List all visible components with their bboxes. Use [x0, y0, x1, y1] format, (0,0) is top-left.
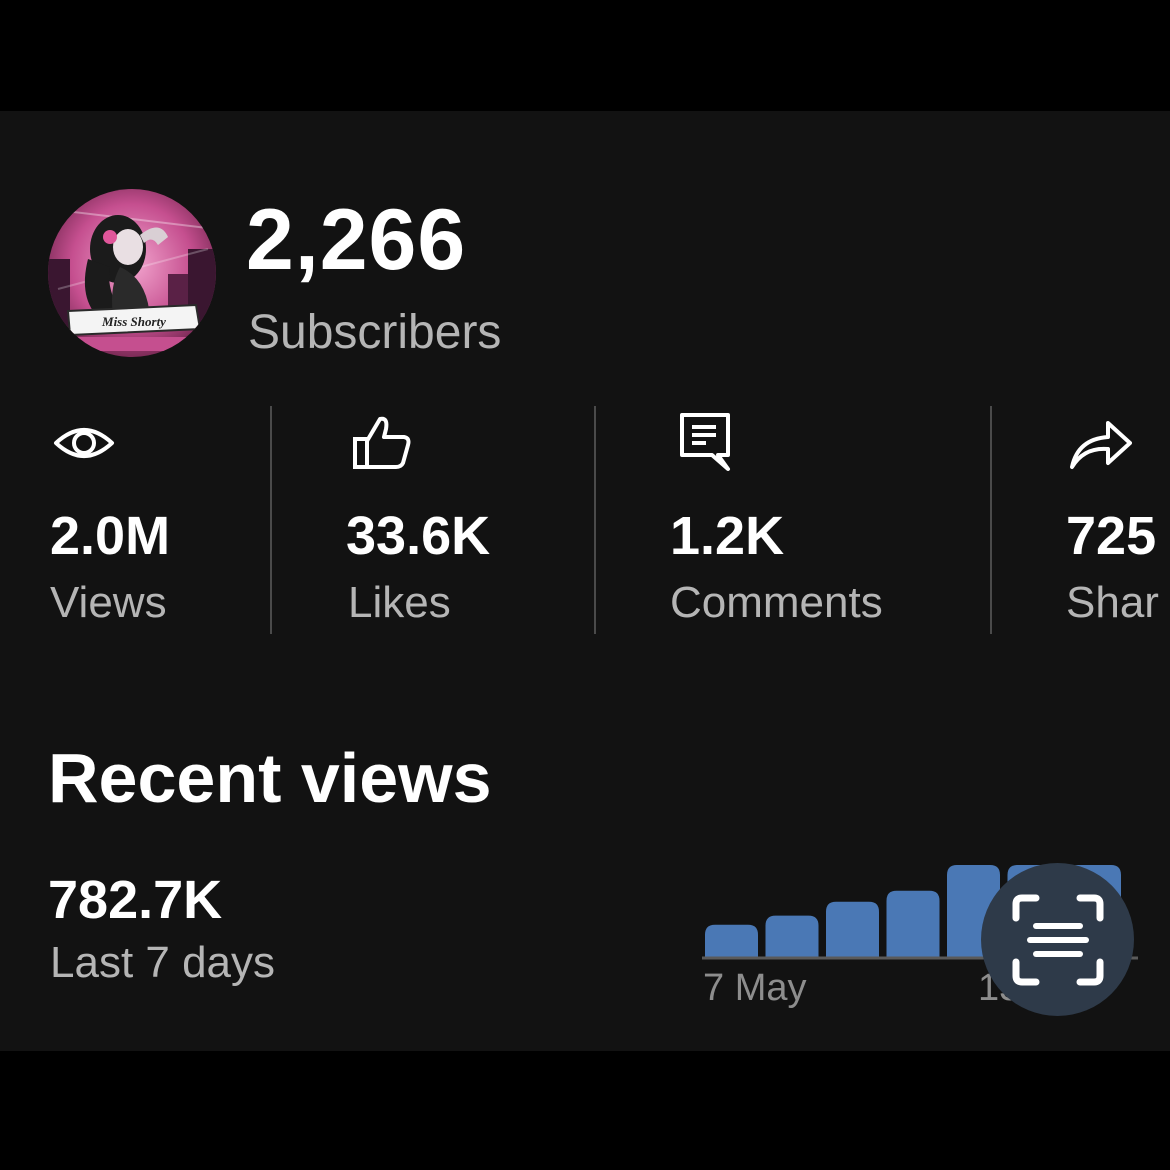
avatar-banner-text: Miss Shorty: [101, 314, 166, 329]
recent-views-value: 782.7K: [48, 870, 223, 930]
share-icon: [1070, 421, 1132, 469]
live-text-scan-button[interactable]: [981, 863, 1134, 1016]
chart-bar: [826, 901, 879, 957]
channel-analytics-card: Miss Shorty 2,266 Subscribers 2.0M Views…: [0, 111, 1170, 1051]
shares-value: 725: [1066, 506, 1157, 566]
live-text-scan-icon: [1012, 894, 1103, 985]
chart-tick-start: 7 May: [703, 967, 807, 1009]
stat-divider: [270, 406, 272, 634]
comments-label: Comments: [670, 578, 883, 627]
recent-views-title: Recent views: [48, 739, 492, 817]
shares-label: Shar: [1066, 578, 1159, 627]
stat-divider: [990, 406, 992, 634]
subscriber-label: Subscribers: [248, 306, 502, 359]
thumbs-up-icon: [353, 416, 411, 469]
chart-bar: [765, 915, 819, 957]
channel-avatar[interactable]: Miss Shorty: [48, 189, 216, 357]
comment-icon: [680, 413, 730, 471]
chart-bar: [886, 890, 940, 957]
comments-value: 1.2K: [670, 506, 785, 566]
eye-icon: [54, 428, 114, 458]
subscriber-count: 2,266: [246, 192, 467, 288]
avatar-image: Miss Shorty: [48, 189, 216, 357]
stat-divider: [594, 406, 596, 634]
views-value: 2.0M: [50, 506, 171, 566]
chart-bar: [705, 924, 758, 957]
views-label: Views: [50, 578, 167, 627]
likes-value: 33.6K: [346, 506, 491, 566]
recent-views-period: Last 7 days: [50, 938, 276, 987]
likes-label: Likes: [348, 578, 451, 627]
